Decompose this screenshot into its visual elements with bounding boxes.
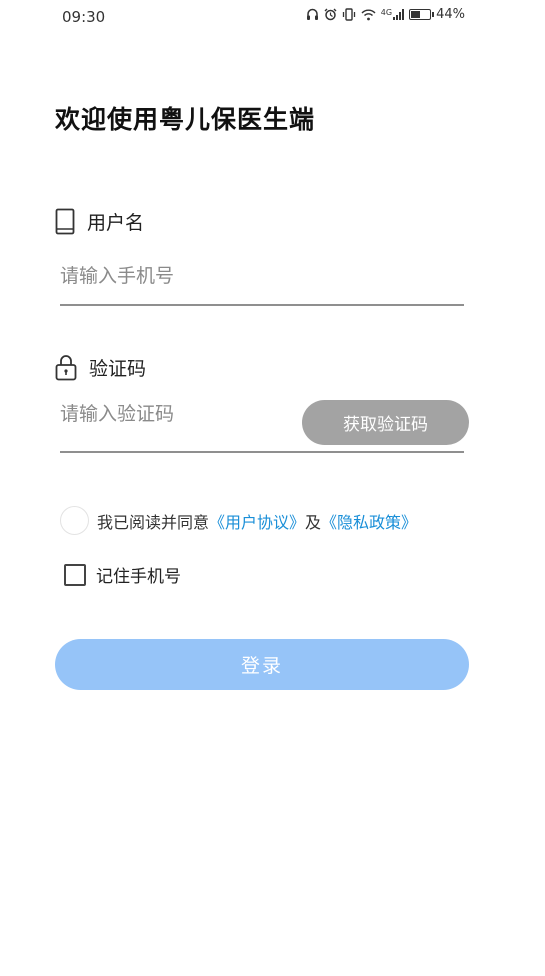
vibrate-icon [342, 8, 355, 21]
code-input[interactable] [60, 398, 290, 430]
phone-icon [55, 208, 75, 235]
phone-input[interactable] [60, 260, 450, 292]
agreement-prefix: 我已阅读并同意 [97, 512, 210, 532]
headphones-icon [306, 8, 318, 20]
status-time: 09:30 [62, 8, 106, 26]
agreement-and: 及 [305, 512, 322, 532]
lock-icon [55, 355, 77, 381]
remember-row: 记住手机号 [64, 562, 181, 587]
user-agreement-link[interactable]: 《用户协议》 [209, 513, 305, 532]
privacy-policy-link[interactable]: 《隐私政策》 [321, 513, 417, 532]
code-input-underline [60, 451, 464, 453]
code-label-row: 验证码 [55, 354, 146, 381]
agreement-text: 我已阅读并同意《用户协议》及《隐私政策》 [97, 509, 417, 533]
agreement-row: 我已阅读并同意《用户协议》及《隐私政策》 [60, 506, 417, 535]
remember-checkbox[interactable] [64, 563, 86, 586]
username-label: 用户名 [87, 212, 145, 234]
battery-percent: 44% [436, 7, 465, 22]
agreement-radio[interactable] [60, 506, 89, 535]
status-icons: 4G 44% [306, 7, 465, 22]
login-screen: 09:30 4G 44% 欢迎使用粤儿保医生端 用户名 请输入手机号 验证码 请… [0, 0, 545, 976]
login-button[interactable]: 登录 [55, 639, 469, 690]
signal-icon: 4G [380, 8, 405, 20]
battery-icon [409, 9, 435, 20]
code-label: 验证码 [89, 358, 147, 380]
page-title: 欢迎使用粤儿保医生端 [55, 105, 316, 134]
status-bar: 09:30 4G 44% [0, 0, 545, 34]
phone-input-underline [60, 304, 464, 306]
network-type-label: 4G [380, 8, 393, 17]
username-label-row: 用户名 [55, 208, 144, 235]
alarm-icon [324, 8, 337, 21]
get-code-button[interactable]: 获取验证码 [302, 400, 469, 445]
wifi-icon [361, 9, 376, 20]
remember-label: 记住手机号 [96, 567, 181, 587]
